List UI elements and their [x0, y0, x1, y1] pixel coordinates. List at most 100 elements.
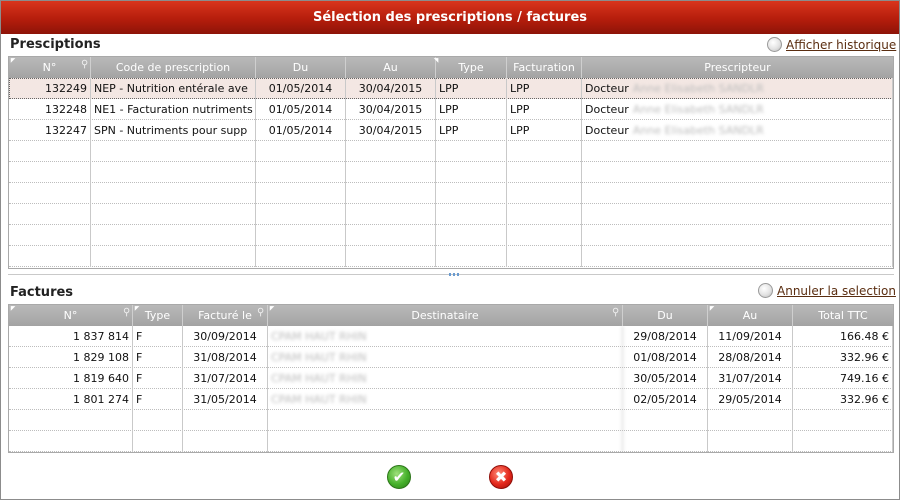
cell-prescripteur: [582, 246, 893, 267]
cell-no: 1 837 814: [9, 326, 133, 347]
cell-prescripteur: [582, 183, 893, 204]
cell-type: [436, 225, 507, 246]
col-header-du[interactable]: Du: [623, 305, 708, 326]
cell-destinataire: [268, 410, 623, 431]
cell-no: 1 819 640: [9, 368, 133, 389]
table-row[interactable]: [9, 246, 893, 267]
cell-au: [346, 225, 436, 246]
table-row[interactable]: [9, 204, 893, 225]
col-header-du[interactable]: Du: [256, 57, 346, 78]
splitter-grip[interactable]: [449, 273, 461, 276]
cell-facturation: LPP: [507, 99, 582, 120]
cell-type: F: [133, 347, 183, 368]
filter-icon[interactable]: ⚲: [257, 308, 264, 318]
table-row[interactable]: [9, 410, 893, 431]
table-row[interactable]: 1 837 814 F 30/09/2014 CPAM HAUT RHIN 29/08/…: [9, 326, 893, 347]
table-row[interactable]: 132248 NE1 - Facturation nutriments 01/05/…: [9, 99, 893, 120]
cell-total: 166.48 €: [793, 326, 893, 347]
show-history-label: Afficher historique: [786, 37, 897, 52]
cell-code: [91, 246, 256, 267]
cell-total: 332.96 €: [793, 347, 893, 368]
cell-du: 01/05/2014: [256, 78, 346, 99]
cell-code: [91, 162, 256, 183]
cell-no: [9, 225, 91, 246]
cell-no: 132248: [9, 99, 91, 120]
col-header-code[interactable]: Code de prescription: [91, 57, 256, 78]
table-row[interactable]: [9, 225, 893, 246]
cell-code: SPN - Nutriments pour supp: [91, 120, 256, 141]
cell-du: [256, 204, 346, 225]
cell-code: [91, 204, 256, 225]
prescriptions-header: ◤ N° ⚲ Code de prescription Du Au ◥ Type…: [9, 57, 893, 78]
col-header-prescripteur[interactable]: Prescripteur: [582, 57, 893, 78]
cell-no: [9, 204, 91, 225]
col-header-destinataire[interactable]: ◤ Destinataire ⚲: [268, 305, 623, 326]
cancel-selection-link[interactable]: Annuler la selection: [758, 283, 896, 298]
sort-icon: ◤: [10, 57, 16, 64]
cancel-button[interactable]: ✖: [489, 465, 513, 489]
table-row[interactable]: [9, 183, 893, 204]
check-icon: ✔: [392, 468, 406, 486]
cell-facturation: [507, 204, 582, 225]
cell-type: [436, 162, 507, 183]
radio-icon: [758, 283, 773, 298]
cell-type: LPP: [436, 99, 507, 120]
cell-du: [623, 410, 708, 431]
cell-no: [9, 431, 133, 452]
cell-au: [708, 410, 793, 431]
cell-du: [256, 162, 346, 183]
cell-no: [9, 183, 91, 204]
table-row[interactable]: 1 819 640 F 31/07/2014 CPAM HAUT RHIN 30/05/…: [9, 368, 893, 389]
filter-icon[interactable]: ⚲: [612, 308, 619, 318]
col-header-type[interactable]: Type: [436, 57, 507, 78]
col-header-type[interactable]: ◤ Type: [133, 305, 183, 326]
cell-du: [623, 431, 708, 452]
table-row[interactable]: [9, 141, 893, 162]
table-row[interactable]: [9, 431, 893, 452]
redacted-name: Anne Elisabeth SANDLR: [632, 124, 764, 137]
cell-au: 29/05/2014: [708, 389, 793, 410]
col-header-no[interactable]: ◤ N° ⚲: [9, 57, 91, 78]
col-header-au[interactable]: Au ◥: [346, 57, 438, 78]
cell-no: 132247: [9, 120, 91, 141]
table-row[interactable]: 1 801 274 F 31/05/2014 CPAM HAUT RHIN 02/05/…: [9, 389, 893, 410]
table-row[interactable]: 132247 SPN - Nutriments pour supp 01/05/20…: [9, 120, 893, 141]
col-header-facture-le[interactable]: Facturé le ⚲: [183, 305, 268, 326]
cell-du: 30/05/2014: [623, 368, 708, 389]
table-row[interactable]: [9, 162, 893, 183]
sort-icon: ◤: [709, 305, 715, 312]
radio-icon: [767, 37, 782, 52]
show-history-link[interactable]: Afficher historique: [767, 37, 896, 52]
dialog-title: Sélection des prescriptions / factures: [1, 1, 899, 34]
col-header-no[interactable]: ◤ N° ⚲: [9, 305, 133, 326]
cell-prescripteur: [582, 141, 893, 162]
col-header-total[interactable]: Total TTC: [793, 305, 893, 326]
panel-splitter[interactable]: [8, 271, 894, 279]
cell-type: LPP: [436, 120, 507, 141]
cell-code: [91, 225, 256, 246]
table-row[interactable]: 1 829 108 F 31/08/2014 CPAM HAUT RHIN 01/08/…: [9, 347, 893, 368]
cell-type: [436, 183, 507, 204]
col-header-au[interactable]: ◤ Au: [708, 305, 793, 326]
cell-facturation: LPP: [507, 78, 582, 99]
cell-du: [256, 183, 346, 204]
table-row[interactable]: 132249 NEP - Nutrition entérale ave 01/05/…: [9, 78, 893, 99]
cell-destinataire: CPAM HAUT RHIN: [268, 389, 623, 410]
cell-au: [346, 141, 436, 162]
col-header-facturation[interactable]: Facturation: [507, 57, 582, 78]
cell-du: [256, 225, 346, 246]
cell-no: [9, 141, 91, 162]
cell-prescripteur: Docteur Anne Elisabeth SANDLR: [582, 120, 893, 141]
cell-facturation: LPP: [507, 120, 582, 141]
cell-facture_le: [183, 410, 268, 431]
cell-type: F: [133, 389, 183, 410]
cell-prescripteur: [582, 225, 893, 246]
cell-prescripteur: [582, 204, 893, 225]
filter-icon[interactable]: ⚲: [123, 308, 130, 318]
cell-au: [708, 431, 793, 452]
cell-total: 749.16 €: [793, 368, 893, 389]
cell-destinataire: CPAM HAUT RHIN: [268, 347, 623, 368]
cell-facturation: [507, 246, 582, 267]
confirm-button[interactable]: ✔: [387, 465, 411, 489]
filter-icon[interactable]: ⚲: [81, 60, 88, 70]
